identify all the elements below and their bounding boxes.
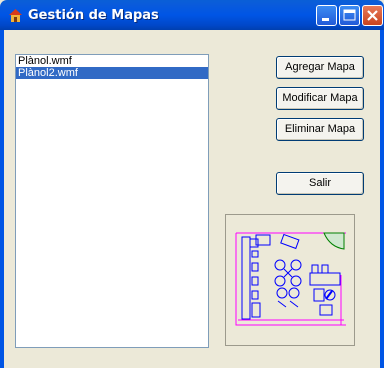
floor-plan-thumbnail-icon [235, 232, 346, 326]
close-icon [367, 10, 378, 21]
title-bar[interactable]: Gestión de Mapas [0, 0, 384, 30]
add-map-button[interactable]: Agregar Mapa [276, 56, 364, 79]
delete-map-button[interactable]: Eliminar Mapa [276, 118, 364, 141]
app-icon [9, 9, 22, 22]
window-frame-right [380, 30, 384, 368]
map-file-list[interactable]: Plànol.wmf Plànol2.wmf [15, 54, 209, 348]
window-frame-left [0, 30, 4, 368]
map-preview [225, 214, 355, 346]
minimize-button[interactable] [316, 5, 337, 26]
exit-button[interactable]: Salir [276, 172, 364, 195]
maximize-icon [343, 9, 356, 21]
minimize-icon [322, 18, 329, 21]
modify-map-button[interactable]: Modificar Mapa [276, 87, 364, 110]
list-item-selected[interactable]: Plànol2.wmf [16, 67, 208, 79]
maximize-button[interactable] [339, 5, 360, 26]
close-button[interactable] [362, 5, 383, 26]
list-item[interactable]: Plànol.wmf [16, 55, 208, 67]
window-title: Gestión de Mapas [28, 8, 159, 23]
